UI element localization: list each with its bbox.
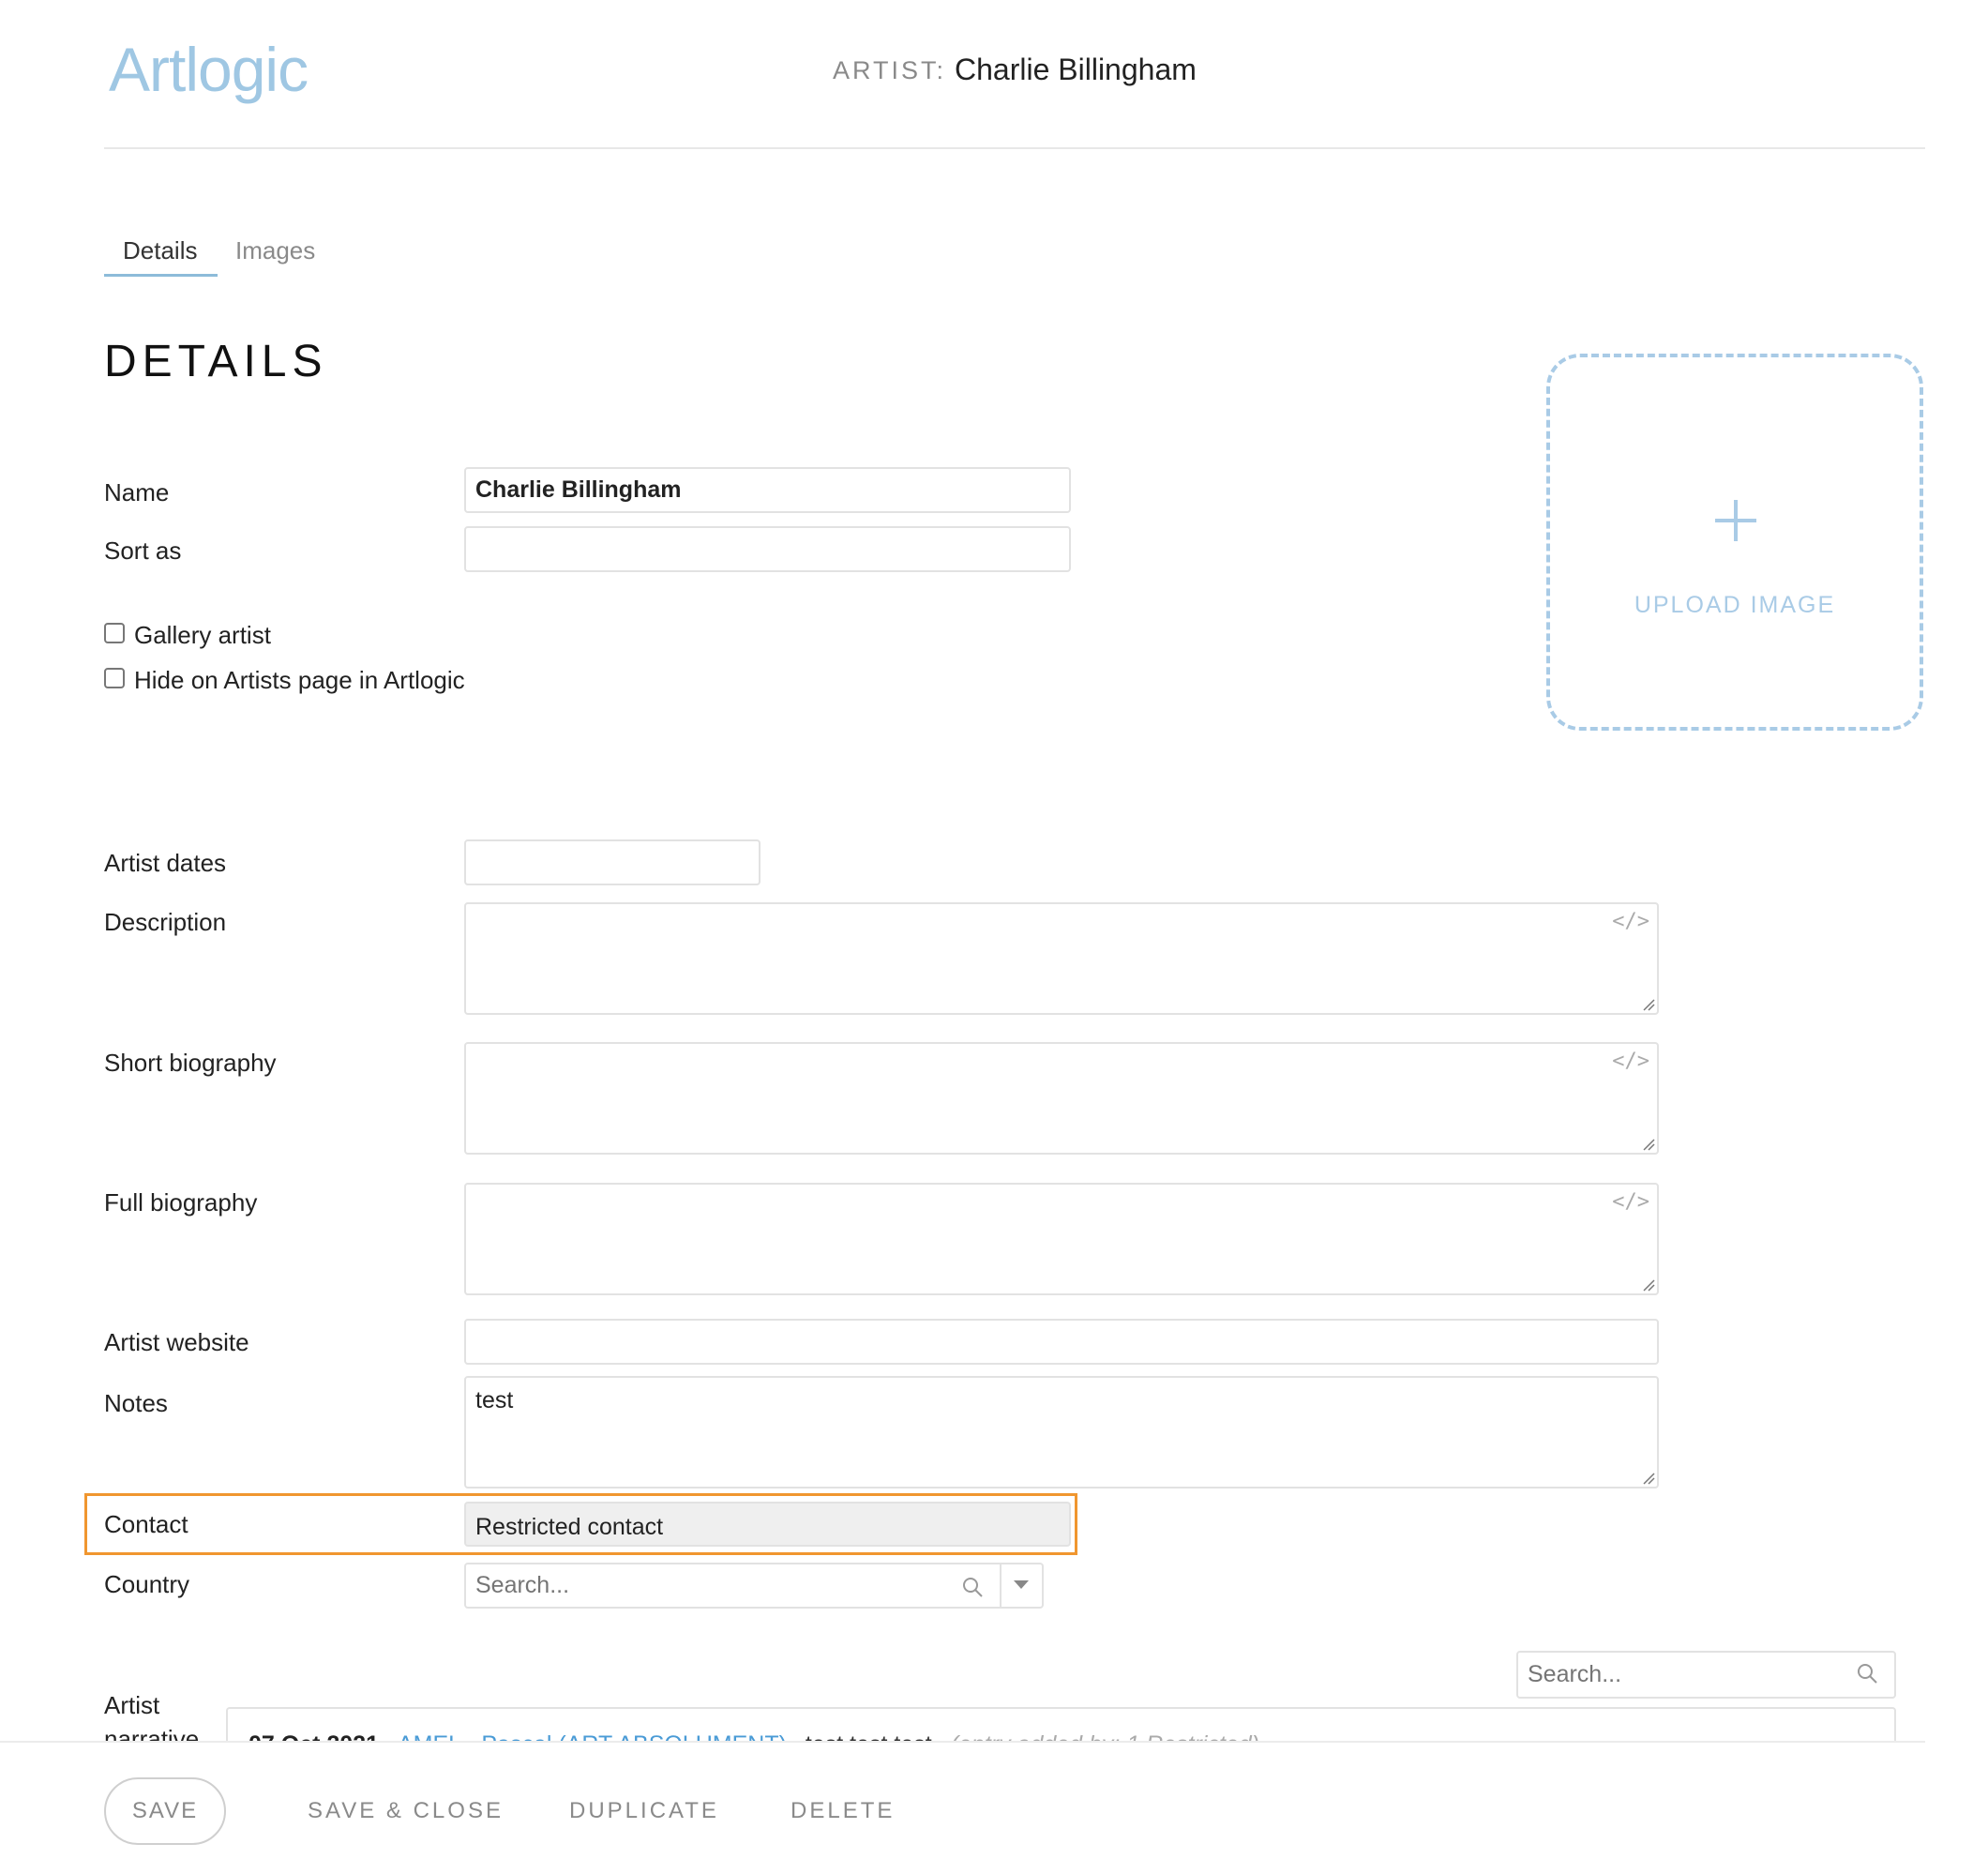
artist-dates-field[interactable] [464,839,761,885]
notes-textarea[interactable]: test [466,1378,1657,1487]
narrative-search-input[interactable] [1518,1653,1837,1697]
artist-dates-label: Artist dates [104,849,227,877]
tab-images[interactable]: Images [235,236,315,265]
hide-on-artists-checkbox[interactable] [104,668,125,688]
hide-on-artists-label[interactable]: Hide on Artists page in Artlogic [134,666,465,695]
country-search-input[interactable] [466,1564,972,1607]
name-input[interactable] [466,469,1069,511]
tab-details[interactable]: Details [123,236,197,265]
artist-website-input[interactable] [466,1321,1657,1363]
name-label: Name [104,478,170,506]
code-view-icon[interactable]: </> [1612,910,1649,933]
full-biography-textarea[interactable] [466,1185,1657,1293]
resize-handle-icon[interactable] [1640,1470,1655,1485]
save-button[interactable]: SAVE [104,1777,226,1845]
resize-handle-icon[interactable] [1640,1277,1655,1292]
sort-as-input[interactable] [466,528,1069,570]
narrative-search-field[interactable] [1516,1651,1896,1699]
resize-handle-icon[interactable] [1640,996,1655,1011]
code-view-icon[interactable]: </> [1612,1190,1649,1214]
full-biography-field[interactable]: </> [464,1183,1659,1295]
notes-field[interactable]: test [464,1376,1659,1489]
plus-icon [1715,500,1756,541]
chevron-down-icon[interactable] [1014,1580,1029,1589]
artist-narrative-label: Artist narrative [104,1691,200,1743]
dropdown-separator [1000,1563,1002,1609]
contact-field: Restricted contact [464,1502,1071,1547]
artist-website-field[interactable] [464,1319,1659,1365]
country-label: Country [104,1570,190,1598]
description-textarea[interactable] [466,904,1657,1013]
narrative-list: 07 Oct 2021 AMEL - Pascal (ART ABSOLUMENT… [226,1707,1896,1745]
artist-dates-input[interactable] [466,841,759,884]
upload-image-label: UPLOAD IMAGE [1634,592,1836,618]
delete-button[interactable]: DELETE [791,1798,895,1824]
sort-as-field[interactable] [464,526,1071,572]
section-title: DETAILS [104,337,328,386]
record-name: Charlie Billingham [955,53,1197,86]
gallery-artist-label[interactable]: Gallery artist [134,621,271,650]
short-biography-label: Short biography [104,1049,277,1077]
upload-image-dropzone[interactable]: UPLOAD IMAGE [1546,354,1923,731]
description-field[interactable]: </> [464,902,1659,1015]
active-tab-indicator [104,274,218,277]
short-biography-field[interactable]: </> [464,1042,1659,1155]
artist-website-label: Artist website [104,1328,249,1356]
gallery-artist-checkbox[interactable] [104,623,125,643]
duplicate-button[interactable]: DUPLICATE [569,1798,719,1824]
description-label: Description [104,908,227,936]
footer [0,1743,1988,1874]
country-search-field[interactable] [464,1563,1044,1609]
name-field[interactable] [464,467,1071,513]
artlogic-logo[interactable]: Artlogic [109,34,309,105]
record-type-label: ARTIST: [833,56,947,84]
search-icon[interactable] [1856,1662,1878,1685]
contact-label: Contact [104,1510,188,1538]
sort-as-label: Sort as [104,537,182,565]
resize-handle-icon[interactable] [1640,1136,1655,1151]
full-biography-label: Full biography [104,1188,258,1217]
footer-divider [0,1741,1925,1743]
search-icon[interactable] [961,1576,984,1598]
short-biography-textarea[interactable] [466,1044,1657,1153]
code-view-icon[interactable]: </> [1612,1050,1649,1073]
notes-label: Notes [104,1389,168,1417]
save-close-button[interactable]: SAVE & CLOSE [308,1798,504,1824]
header-divider [104,147,1925,149]
